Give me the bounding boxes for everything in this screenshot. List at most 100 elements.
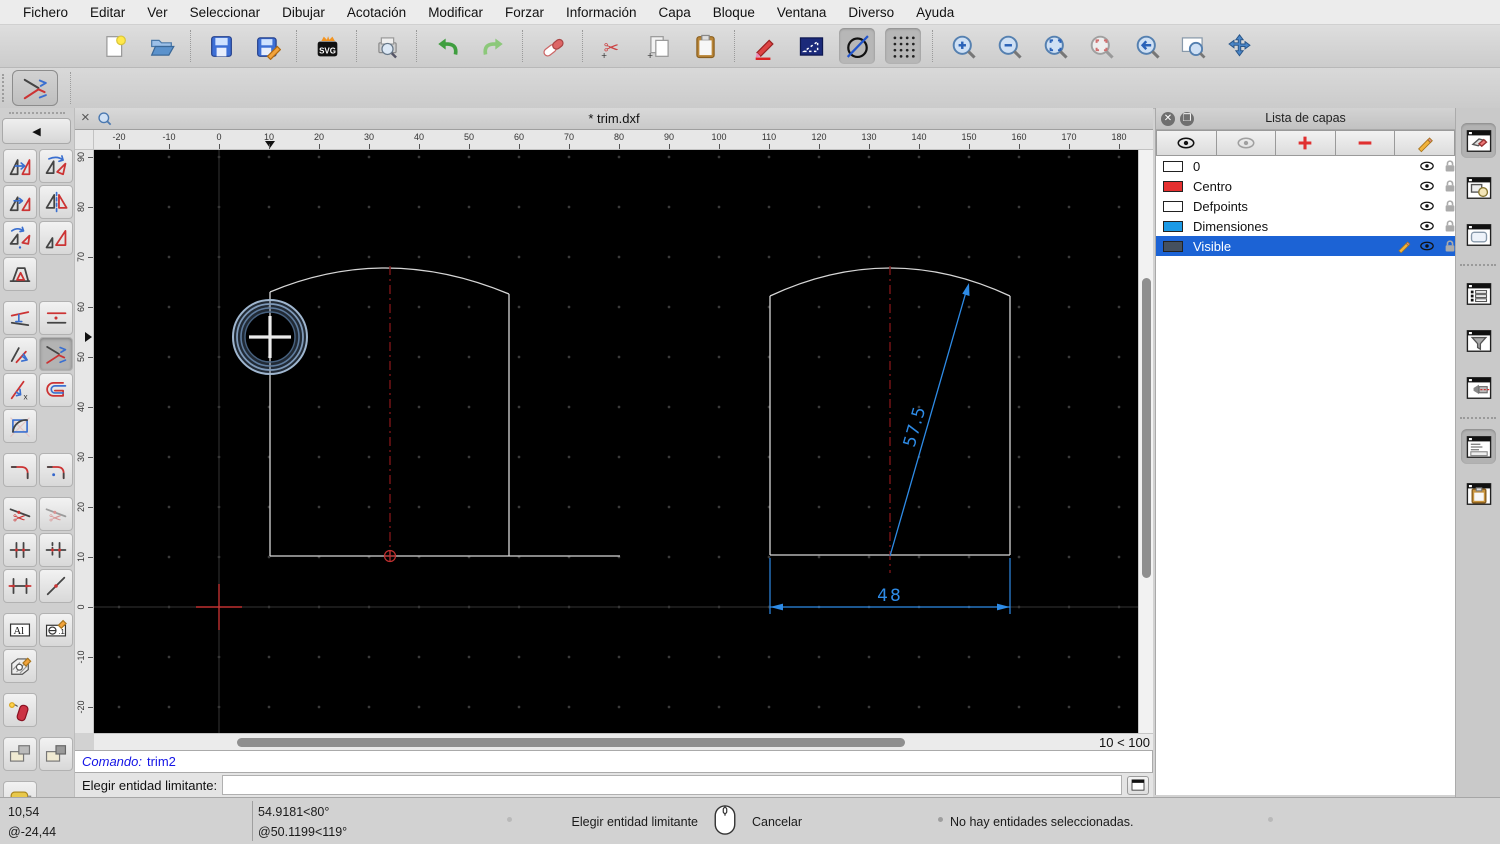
fillet-trim-button[interactable] [3, 453, 37, 487]
layer-row-defpoints[interactable]: Defpoints [1156, 196, 1455, 216]
menu-diverso[interactable]: Diverso [837, 5, 905, 20]
horizontal-dimension[interactable]: 48 [769, 558, 1011, 614]
snap-grid-button[interactable] [885, 28, 921, 64]
edit-hatch-button[interactable] [3, 649, 37, 683]
explode-button[interactable] [3, 693, 37, 727]
arc-polyline-button[interactable] [3, 409, 37, 443]
select-contour-button[interactable] [793, 28, 829, 64]
delete-eraser-button[interactable] [535, 28, 571, 64]
scale-button[interactable] [39, 221, 73, 255]
edit-layer-icon[interactable] [1396, 238, 1412, 254]
selection-filter-toggle-button[interactable] [1461, 323, 1496, 358]
left-shape[interactable] [269, 267, 620, 557]
new-file-button[interactable] [97, 28, 133, 64]
layer-row-dimensiones[interactable]: Dimensiones [1156, 216, 1455, 236]
menu-ayuda[interactable]: Ayuda [905, 5, 965, 20]
splice-point-button[interactable] [39, 569, 73, 603]
menu-informacion[interactable]: Información [555, 5, 648, 20]
lengthen-button[interactable] [3, 301, 37, 335]
toolbar-grip[interactable] [2, 74, 8, 102]
horizontal-scrollbar-handle[interactable] [237, 738, 905, 747]
vertical-scrollbar[interactable] [1138, 150, 1153, 733]
command-line-toggle-button[interactable] [1461, 429, 1496, 464]
menu-ver[interactable]: Ver [136, 5, 178, 20]
menu-dibujar[interactable]: Dibujar [271, 5, 336, 20]
move-copy-button[interactable] [3, 149, 37, 183]
menu-editar[interactable]: Editar [79, 5, 136, 20]
palette-grip[interactable] [9, 112, 65, 114]
layer-visibility-icon[interactable] [1419, 198, 1435, 214]
save-file-button[interactable] [203, 28, 239, 64]
offset-polyline-button[interactable] [39, 373, 73, 407]
layer-visibility-icon[interactable] [1419, 238, 1435, 254]
hide-all-layers-button[interactable] [1216, 130, 1277, 156]
offset-button[interactable] [39, 301, 73, 335]
gap-two-points-button[interactable] [3, 533, 37, 567]
edit-block-button[interactable] [3, 737, 37, 771]
add-layer-button[interactable] [1276, 130, 1336, 156]
divide-button[interactable]: ✂ [3, 497, 37, 531]
save-file-as-button[interactable] [249, 28, 285, 64]
gap-intersection-button[interactable] [39, 533, 73, 567]
export-svg-button[interactable]: SVG [309, 28, 345, 64]
redo-button[interactable] [475, 28, 511, 64]
trim-button[interactable] [39, 337, 73, 371]
stretch-button[interactable] [3, 257, 37, 291]
command-detach-button[interactable] [1127, 775, 1149, 795]
cut-button[interactable]: ✂ + [595, 28, 631, 64]
draw-pencil-button[interactable] [747, 28, 783, 64]
menu-acotacion[interactable]: Acotación [336, 5, 417, 20]
edit-layer-button[interactable] [1395, 130, 1455, 156]
library-browser-toggle-button[interactable] [1461, 217, 1496, 252]
open-file-button[interactable] [143, 28, 179, 64]
zoom-auto-button[interactable] [1037, 28, 1073, 64]
menu-ventana[interactable]: Ventana [766, 5, 838, 20]
aligned-dimension[interactable]: 57.5 [889, 283, 970, 557]
entity-list-toggle-button[interactable] [1461, 276, 1496, 311]
layer-list-toggle-button[interactable] [1461, 123, 1496, 158]
layer-color-swatch[interactable] [1163, 180, 1183, 192]
divide-two-button[interactable]: ✂ [39, 497, 73, 531]
edit-text-button[interactable]: Al [3, 613, 37, 647]
layer-visibility-icon[interactable] [1419, 178, 1435, 194]
mirror-button[interactable] [39, 185, 73, 219]
layer-color-swatch[interactable] [1163, 220, 1183, 232]
layer-row-0[interactable]: 0 [1156, 156, 1455, 176]
bevel-button[interactable] [3, 337, 37, 371]
clipboard-toggle-button[interactable] [1461, 476, 1496, 511]
edit-dimension-button[interactable]: .1 [39, 613, 73, 647]
layer-visibility-icon[interactable] [1419, 158, 1435, 174]
layer-row-centro[interactable]: Centro [1156, 176, 1455, 196]
fillet-round-button[interactable] [39, 453, 73, 487]
zoom-in-button[interactable] [945, 28, 981, 64]
zoom-previous-button[interactable] [1129, 28, 1165, 64]
horizontal-scrollbar[interactable]: 10 < 100 [94, 733, 1153, 750]
menu-fichero[interactable]: Fichero [12, 5, 79, 20]
print-preview-button[interactable] [369, 28, 405, 64]
block-explorer-toggle-button[interactable] [1461, 370, 1496, 405]
move-rotate-button[interactable] [3, 185, 37, 219]
block-list-toggle-button[interactable] [1461, 170, 1496, 205]
paste-button[interactable] [687, 28, 723, 64]
palette-back-button[interactable]: ◀ [2, 118, 71, 144]
drawing-canvas[interactable]: 57.5 48 [94, 150, 1138, 733]
layer-color-swatch[interactable] [1163, 240, 1183, 252]
stretch-lines-button[interactable] [3, 569, 37, 603]
show-all-layers-button[interactable] [1156, 130, 1217, 156]
command-input[interactable] [222, 775, 1122, 795]
rotate-two-button[interactable] [3, 221, 37, 255]
menu-modificar[interactable]: Modificar [417, 5, 494, 20]
vertical-scrollbar-handle[interactable] [1142, 278, 1151, 578]
remove-layer-button[interactable] [1335, 130, 1396, 156]
zoom-window-button[interactable] [1175, 28, 1211, 64]
layer-color-swatch[interactable] [1163, 200, 1183, 212]
zoom-selection-button[interactable] [1083, 28, 1119, 64]
menu-capa[interactable]: Capa [648, 5, 702, 20]
undo-button[interactable] [429, 28, 465, 64]
layer-row-visible[interactable]: Visible [1156, 236, 1455, 256]
menu-bloque[interactable]: Bloque [702, 5, 766, 20]
copy-button[interactable]: + [641, 28, 677, 64]
zoom-pan-button[interactable] [1221, 28, 1257, 64]
menu-seleccionar[interactable]: Seleccionar [179, 5, 272, 20]
menu-forzar[interactable]: Forzar [494, 5, 555, 20]
